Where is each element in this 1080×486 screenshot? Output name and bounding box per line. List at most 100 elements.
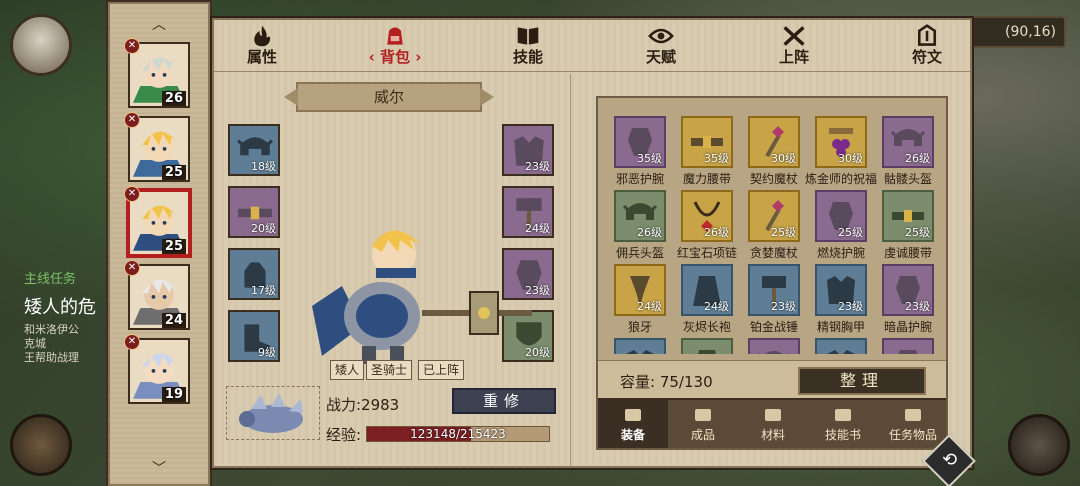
item-frame: 25级 (882, 190, 934, 242)
item-name: 邪恶护腕 (615, 172, 664, 186)
category-label: 技能书 (824, 428, 861, 442)
inventory-item[interactable]: 35级 魔力腰带 (675, 116, 739, 190)
item-frame: 24级 (614, 264, 666, 316)
category-label: 材料 (760, 428, 785, 442)
inventory-item[interactable]: 26级佣兵头盔 (608, 190, 672, 264)
item-name: 红宝石项链 (676, 246, 737, 260)
hero-level: 19 (161, 387, 186, 402)
inventory-item[interactable] (809, 338, 873, 354)
item-name: 佣兵头盔 (615, 246, 664, 260)
tab-4[interactable]: 上阵 (764, 22, 824, 70)
scroll-down-arrow-icon[interactable]: ﹀ (148, 462, 170, 476)
inventory-item[interactable]: 24级 灰烬长袍 (675, 264, 739, 338)
inventory-item[interactable] (675, 338, 739, 354)
hero-scarf (376, 268, 416, 278)
category-tab[interactable]: 成品 (668, 400, 738, 448)
hero-card[interactable]: ✕ 19 (124, 334, 190, 404)
sort-button[interactable]: 整理 (798, 367, 926, 395)
item-name: 骷髅头盔 (883, 172, 932, 186)
hero-tag: 圣骑士 (366, 360, 413, 380)
equip-slot[interactable]: 17级 (228, 248, 280, 300)
tab-label: 天赋 (645, 48, 676, 66)
item-name: 燃烧护腕 (816, 246, 865, 260)
tab-2[interactable]: 技能 (498, 22, 558, 70)
category-tab[interactable]: 任务物品 (878, 400, 948, 448)
item-level: 25级 (771, 226, 796, 239)
quest-title: 矮人的危 (24, 297, 96, 318)
inventory-item[interactable] (608, 338, 672, 354)
bag-icon (695, 409, 711, 421)
inventory-item[interactable]: 25级虔诚腰带 (876, 190, 940, 264)
inventory-item[interactable]: 23级 暗晶护腕 (876, 264, 940, 338)
hero-class-badge: ✕ (124, 38, 140, 54)
inventory-item[interactable]: 26级红宝石项链 (675, 190, 739, 264)
rework-button[interactable]: 重修 (452, 388, 556, 414)
item-frame: 30级 (815, 116, 867, 168)
rune-icon (918, 24, 936, 46)
hero-class-badge: ✕ (124, 112, 140, 128)
item-level: 25级 (838, 226, 863, 239)
tab-1[interactable]: 背包 (365, 22, 425, 70)
book-icon (517, 27, 539, 45)
helmet-icon (758, 351, 790, 354)
item-frame: 26级 (882, 116, 934, 168)
quest-type: 主线任务 (24, 272, 77, 287)
inventory-item[interactable] (742, 338, 806, 354)
inventory-panel: 35级 邪恶护腕 35级 魔力腰带 30级 契约魔杖 30级 炼金师的祝福 26级 骷髅头盔 26级… (596, 96, 948, 450)
hero-card[interactable]: ✕ 25 (124, 112, 190, 182)
item-frame (882, 338, 934, 354)
equip-slot[interactable]: 20级 (228, 186, 280, 238)
item-frame: 23级 (815, 264, 867, 316)
armor-icon (827, 350, 855, 354)
crossed-swords-icon (783, 26, 805, 46)
player-avatar[interactable] (10, 14, 72, 76)
tab-3[interactable]: 天赋 (631, 22, 691, 70)
equip-slot[interactable]: 18级 (228, 124, 280, 176)
menu-round-button[interactable] (1008, 414, 1070, 476)
category-tab[interactable]: 技能书 (808, 400, 878, 448)
category-tab[interactable]: 材料 (738, 400, 808, 448)
tab-label: 上阵 (778, 48, 809, 66)
capacity-label: 容量: (620, 373, 656, 391)
inventory-item[interactable]: 24级 狼牙 (608, 264, 672, 338)
exp-label: 经验: (326, 426, 362, 444)
map-round-button[interactable] (10, 414, 72, 476)
exp-bar: 123148/215423 (366, 426, 550, 442)
inventory-item[interactable]: 26级骷髅头盔 (876, 116, 940, 190)
item-level: 24级 (637, 300, 662, 313)
exp-text: 123148/215423 (410, 427, 506, 441)
capacity-row: 容量: 75/130 整理 (598, 360, 946, 400)
hero-card[interactable]: ✕ 25 (124, 186, 190, 256)
inventory-item[interactable]: 23级 精钢胸甲 (809, 264, 873, 338)
equip-slot[interactable]: 9级 (228, 310, 280, 362)
inventory-item[interactable]: 35级邪恶护腕 (608, 116, 672, 190)
item-level: 26级 (637, 226, 662, 239)
inventory-item[interactable] (876, 338, 940, 354)
hero-panel: 属性背包技能天赋上阵符文 威尔 18级20级17级9级 23级24级23级20级… (212, 18, 972, 468)
item-level: 26级 (704, 226, 729, 239)
item-level: 23级 (905, 300, 930, 313)
item-frame: 35级 (614, 116, 666, 168)
hero-card[interactable]: ✕ 24 (124, 260, 190, 330)
tab-bar: 属性 背包 技能 天赋 上阵 符文 (214, 20, 970, 72)
inventory-item[interactable]: 23级 铂金战锤 (742, 264, 806, 338)
bracer-icon (898, 350, 918, 354)
backpack-icon (387, 27, 403, 45)
item-frame: 30级 (748, 116, 800, 168)
inventory-item[interactable]: 30级 炼金师的祝福 (805, 116, 877, 190)
item-name: 虔诚腰带 (883, 246, 932, 260)
category-tab[interactable]: 装备 (598, 400, 668, 448)
inventory-item[interactable]: 25级燃烧护腕 (809, 190, 873, 264)
equip-slot[interactable]: 23级 (502, 124, 554, 176)
item-frame: 25级 (748, 190, 800, 242)
inventory-item[interactable]: 25级 贪婪魔杖 (742, 190, 806, 264)
item-frame (748, 338, 800, 354)
quest-tracker[interactable]: 主线任务 矮人的危 和米洛伊公 克城 王帮助战理 (24, 268, 114, 365)
tab-0[interactable]: 属性 (232, 22, 292, 70)
scroll-up-arrow-icon[interactable]: ︿ (148, 18, 170, 32)
pet-slot[interactable] (226, 386, 320, 440)
inventory-item[interactable]: 30级 契约魔杖 (742, 116, 806, 190)
hero-card[interactable]: ✕ 26 (124, 38, 190, 108)
tab-5[interactable]: 符文 (897, 22, 957, 70)
item-level: 35级 (704, 152, 729, 165)
